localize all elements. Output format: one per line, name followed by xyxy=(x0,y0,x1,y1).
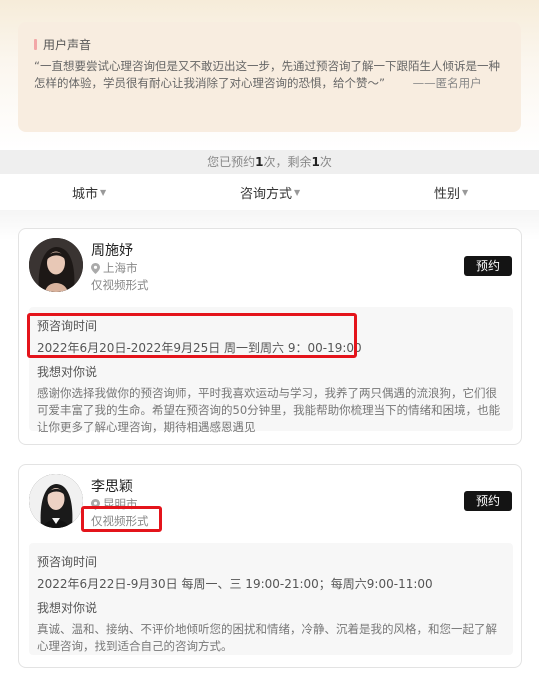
title-accent-bar xyxy=(34,38,37,50)
pre-consult-time-title: 预咨询时间 xyxy=(37,555,98,569)
message-text: 真诚、温和、接纳、不评价地倾听您的困扰和情绪，冷静、沉着是我的风格，和您一起了解… xyxy=(37,622,497,653)
filter-mode-label: 咨询方式 xyxy=(240,186,293,202)
quota-mid: 次，剩余 xyxy=(263,155,312,169)
message-title: 我想对你说 xyxy=(37,601,98,615)
counselor-name: 李思颖 xyxy=(91,479,133,495)
caret-down-icon: ▼ xyxy=(294,187,301,197)
booking-quota-bar: 您已预约1次，剩余1次 xyxy=(0,150,539,174)
counselor-name: 周施妤 xyxy=(91,243,133,259)
message-title: 我想对你说 xyxy=(37,365,98,379)
counselor-city-label: 上海市 xyxy=(103,261,138,275)
message-text: 感谢你选择我做你的预咨询师，平时我喜欢运动与学习，我养了两只偶遇的流浪狗，它们很… xyxy=(37,386,501,434)
user-voice-title: 用户声音 xyxy=(34,36,507,52)
book-button[interactable]: 预约 xyxy=(464,491,512,511)
counselor-detail: 预咨询时间 2022年6月22日-9月30日 每周一、三 19:00-21:00… xyxy=(29,543,513,655)
quota-suffix: 次 xyxy=(319,155,332,169)
location-pin-icon xyxy=(91,262,100,274)
caret-down-icon: ▼ xyxy=(462,187,469,197)
filter-city[interactable]: 城市 ▼ xyxy=(72,183,106,202)
counselor-city-label: 昆明市 xyxy=(103,497,138,511)
location-pin-icon xyxy=(91,498,100,510)
filter-gender-label: 性别 xyxy=(434,186,461,202)
counselor-card[interactable]: 周施妤 上海市 仅视频形式 预约 预咨询时间 2022年6月20日-2022年9… xyxy=(18,228,522,445)
counselor-city: 上海市 xyxy=(91,260,138,276)
counselor-mode: 仅视频形式 xyxy=(91,514,149,528)
pre-consult-time-title: 预咨询时间 xyxy=(37,319,98,333)
pre-consult-time: 2022年6月20日-2022年9月25日 周一到周六 9：00-19:00 xyxy=(37,341,362,355)
avatar xyxy=(29,238,83,292)
caret-down-icon: ▼ xyxy=(100,187,107,197)
avatar xyxy=(29,474,83,528)
quota-prefix: 您已预约 xyxy=(207,155,256,169)
filter-bar: 城市 ▼ 咨询方式 ▼ 性别 ▼ xyxy=(0,174,539,210)
counselor-card[interactable]: 李思颖 昆明市 仅视频形式 预约 预咨询时间 2022年6月22日-9月30日 … xyxy=(18,464,522,668)
book-button[interactable]: 预约 xyxy=(464,256,512,276)
user-voice-card: 用户声音 “一直想要尝试心理咨询但是又不敢迈出这一步，先通过预咨询了解一下跟陌生… xyxy=(18,22,521,132)
pre-consult-time: 2022年6月22日-9月30日 每周一、三 19:00-21:00；每周六9:… xyxy=(37,577,433,591)
user-voice-title-text: 用户声音 xyxy=(43,37,92,52)
filter-city-label: 城市 xyxy=(72,186,99,202)
counselor-detail: 预咨询时间 2022年6月20日-2022年9月25日 周一到周六 9：00-1… xyxy=(29,307,513,434)
filter-gender[interactable]: 性别 ▼ xyxy=(434,183,468,202)
quota-remaining-count: 1 xyxy=(311,155,320,169)
counselor-mode: 仅视频形式 xyxy=(91,278,149,292)
user-voice-quote: “一直想要尝试心理咨询但是又不敢迈出这一步，先通过预咨询了解一下跟陌生人倾诉是一… xyxy=(34,58,507,92)
filter-consult-mode[interactable]: 咨询方式 ▼ xyxy=(240,183,300,202)
user-voice-author: ——匿名用户 xyxy=(412,76,482,90)
counselor-city: 昆明市 xyxy=(91,496,138,512)
